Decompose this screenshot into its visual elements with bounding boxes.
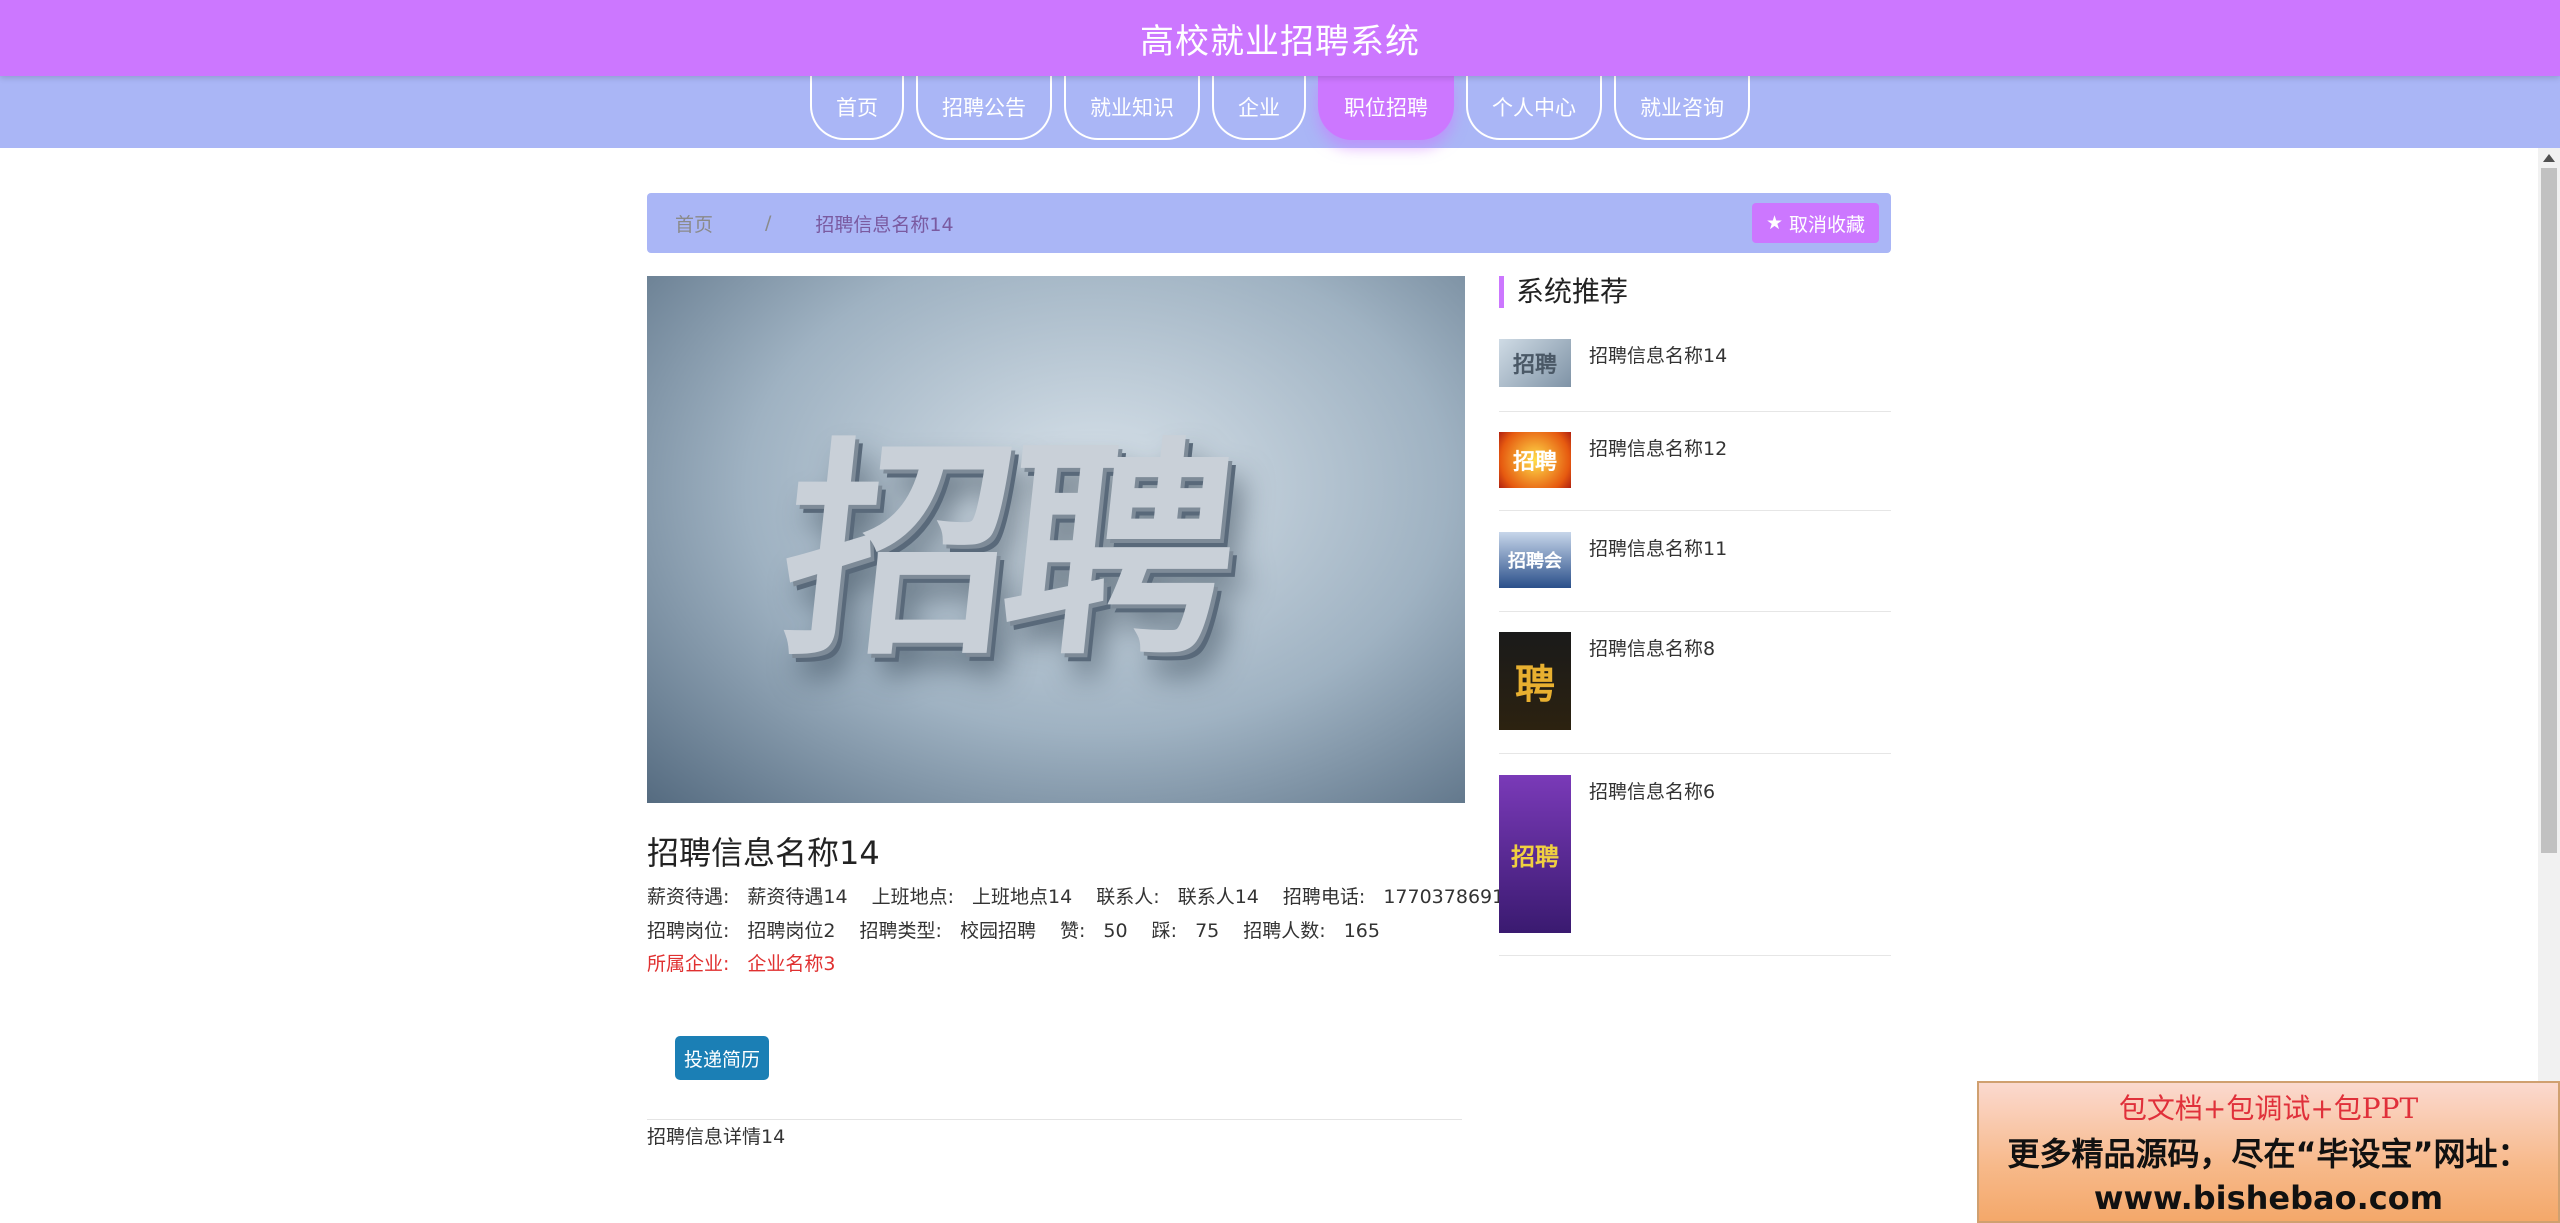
recommend-thumbnail-text: 招聘: [1511, 842, 1559, 871]
nav-item-profile[interactable]: 个人中心: [1466, 76, 1602, 140]
location-value: 上班地点14: [972, 886, 1073, 908]
recommend-thumbnail: 招聘: [1499, 432, 1571, 488]
salary-label: 薪资待遇:: [647, 886, 730, 908]
unfavorite-button[interactable]: ★ 取消收藏: [1751, 203, 1879, 243]
recommend-item[interactable]: 招聘 招聘信息名称12: [1499, 432, 1891, 511]
recommend-item[interactable]: 招聘 招聘信息名称6: [1499, 775, 1891, 956]
recommend-thumbnail: 聘: [1499, 632, 1571, 730]
breadcrumb: 首页 / 招聘信息名称14 ★ 取消收藏: [647, 193, 1891, 253]
site-title: 高校就业招聘系统: [1140, 21, 1420, 62]
ad-url: www.bishebao.com: [2093, 1179, 2444, 1217]
recommend-item[interactable]: 招聘 招聘信息名称14: [1499, 339, 1891, 412]
type-label: 招聘类型:: [859, 920, 942, 942]
nav-item-consulting[interactable]: 就业咨询: [1614, 76, 1750, 140]
recommend-item-title[interactable]: 招聘信息名称11: [1589, 534, 1727, 561]
nav-item-companies[interactable]: 企业: [1212, 76, 1306, 140]
company-label: 所属企业:: [647, 953, 730, 975]
job-info-line-2: 招聘岗位: 招聘岗位2 招聘类型: 校园招聘 赞: 50 踩: 75 招聘人数: 165: [647, 916, 1398, 943]
job-image: 招聘: [647, 276, 1465, 803]
salary-value: 薪资待遇14: [747, 886, 848, 908]
job-info-line-1: 薪资待遇: 薪资待遇14 上班地点: 上班地点14 联系人: 联系人14 招聘电话: 1…: [647, 882, 1534, 909]
company-link[interactable]: 企业名称3: [747, 953, 835, 975]
phone-value: 17703786914: [1383, 886, 1517, 908]
recommend-heading: 系统推荐: [1499, 276, 1628, 308]
nav-item-knowledge[interactable]: 就业知识: [1064, 76, 1200, 140]
position-value: 招聘岗位2: [747, 920, 836, 942]
breadcrumb-separator: /: [765, 212, 772, 234]
scroll-up-arrow-icon[interactable]: [2543, 154, 2555, 162]
like-label: 赞:: [1060, 920, 1086, 942]
position-label: 招聘岗位:: [647, 920, 730, 942]
recommend-thumbnail: 招聘: [1499, 775, 1571, 933]
job-title: 招聘信息名称14: [647, 834, 880, 872]
main-nav: 首页 招聘公告 就业知识 企业 职位招聘 个人中心 就业咨询: [0, 76, 2560, 148]
scrollbar-thumb[interactable]: [2541, 168, 2557, 853]
job-image-text: 招聘: [770, 420, 1239, 687]
count-label: 招聘人数:: [1243, 920, 1326, 942]
recommend-item[interactable]: 招聘会 招聘信息名称11: [1499, 532, 1891, 612]
job-detail-content: 招聘信息详情14: [647, 1126, 786, 1148]
ad-line-2: 更多精品源码，尽在“毕设宝”网址：: [2007, 1135, 2530, 1173]
recommend-item[interactable]: 聘 招聘信息名称8: [1499, 632, 1891, 754]
contact-label: 联系人:: [1096, 886, 1160, 908]
recommend-item-title[interactable]: 招聘信息名称14: [1589, 341, 1727, 368]
top-header: 高校就业招聘系统: [0, 0, 2560, 76]
recommend-thumbnail-text: 招聘: [1512, 353, 1557, 378]
job-info-line-3: 所属企业: 企业名称3: [647, 949, 854, 976]
submit-resume-button[interactable]: 投递简历: [675, 1036, 769, 1080]
nav-items: 首页 招聘公告 就业知识 企业 职位招聘 个人中心 就业咨询: [0, 76, 2560, 148]
ad-banner[interactable]: 包文档+包调试+包PPT 更多精品源码，尽在“毕设宝”网址： www.bishe…: [1977, 1081, 2560, 1223]
like-value: 50: [1103, 920, 1128, 942]
recommend-thumbnail-text: 招聘: [1512, 450, 1557, 475]
breadcrumb-home-link[interactable]: 首页: [675, 210, 713, 237]
nav-item-home[interactable]: 首页: [810, 76, 904, 140]
ad-line-1: 包文档+包调试+包PPT: [2118, 1092, 2419, 1125]
type-value: 校园招聘: [959, 920, 1036, 942]
phone-label: 招聘电话:: [1282, 886, 1366, 908]
star-icon: ★: [1765, 212, 1783, 234]
nav-item-announcements[interactable]: 招聘公告: [916, 76, 1052, 140]
recommend-thumbnail-text: 聘: [1515, 662, 1555, 708]
unfavorite-label: 取消收藏: [1788, 213, 1865, 236]
recommend-thumbnail: 招聘: [1499, 339, 1571, 387]
breadcrumb-current: 招聘信息名称14: [815, 213, 954, 236]
page-scrollbar[interactable]: [2538, 148, 2560, 1223]
location-label: 上班地点:: [871, 886, 955, 908]
recommend-item-title[interactable]: 招聘信息名称6: [1589, 777, 1715, 804]
dislike-label: 踩:: [1151, 920, 1178, 942]
recommend-thumbnail-text: 招聘会: [1508, 551, 1562, 572]
recommend-item-title[interactable]: 招聘信息名称12: [1589, 434, 1727, 461]
count-value: 165: [1343, 920, 1380, 942]
content-divider: [647, 1119, 1462, 1120]
recommend-item-title[interactable]: 招聘信息名称8: [1589, 634, 1715, 661]
nav-item-jobs[interactable]: 职位招聘: [1318, 76, 1454, 140]
recommend-thumbnail: 招聘会: [1499, 532, 1571, 588]
contact-value: 联系人14: [1177, 886, 1259, 908]
dislike-value: 75: [1195, 920, 1220, 942]
